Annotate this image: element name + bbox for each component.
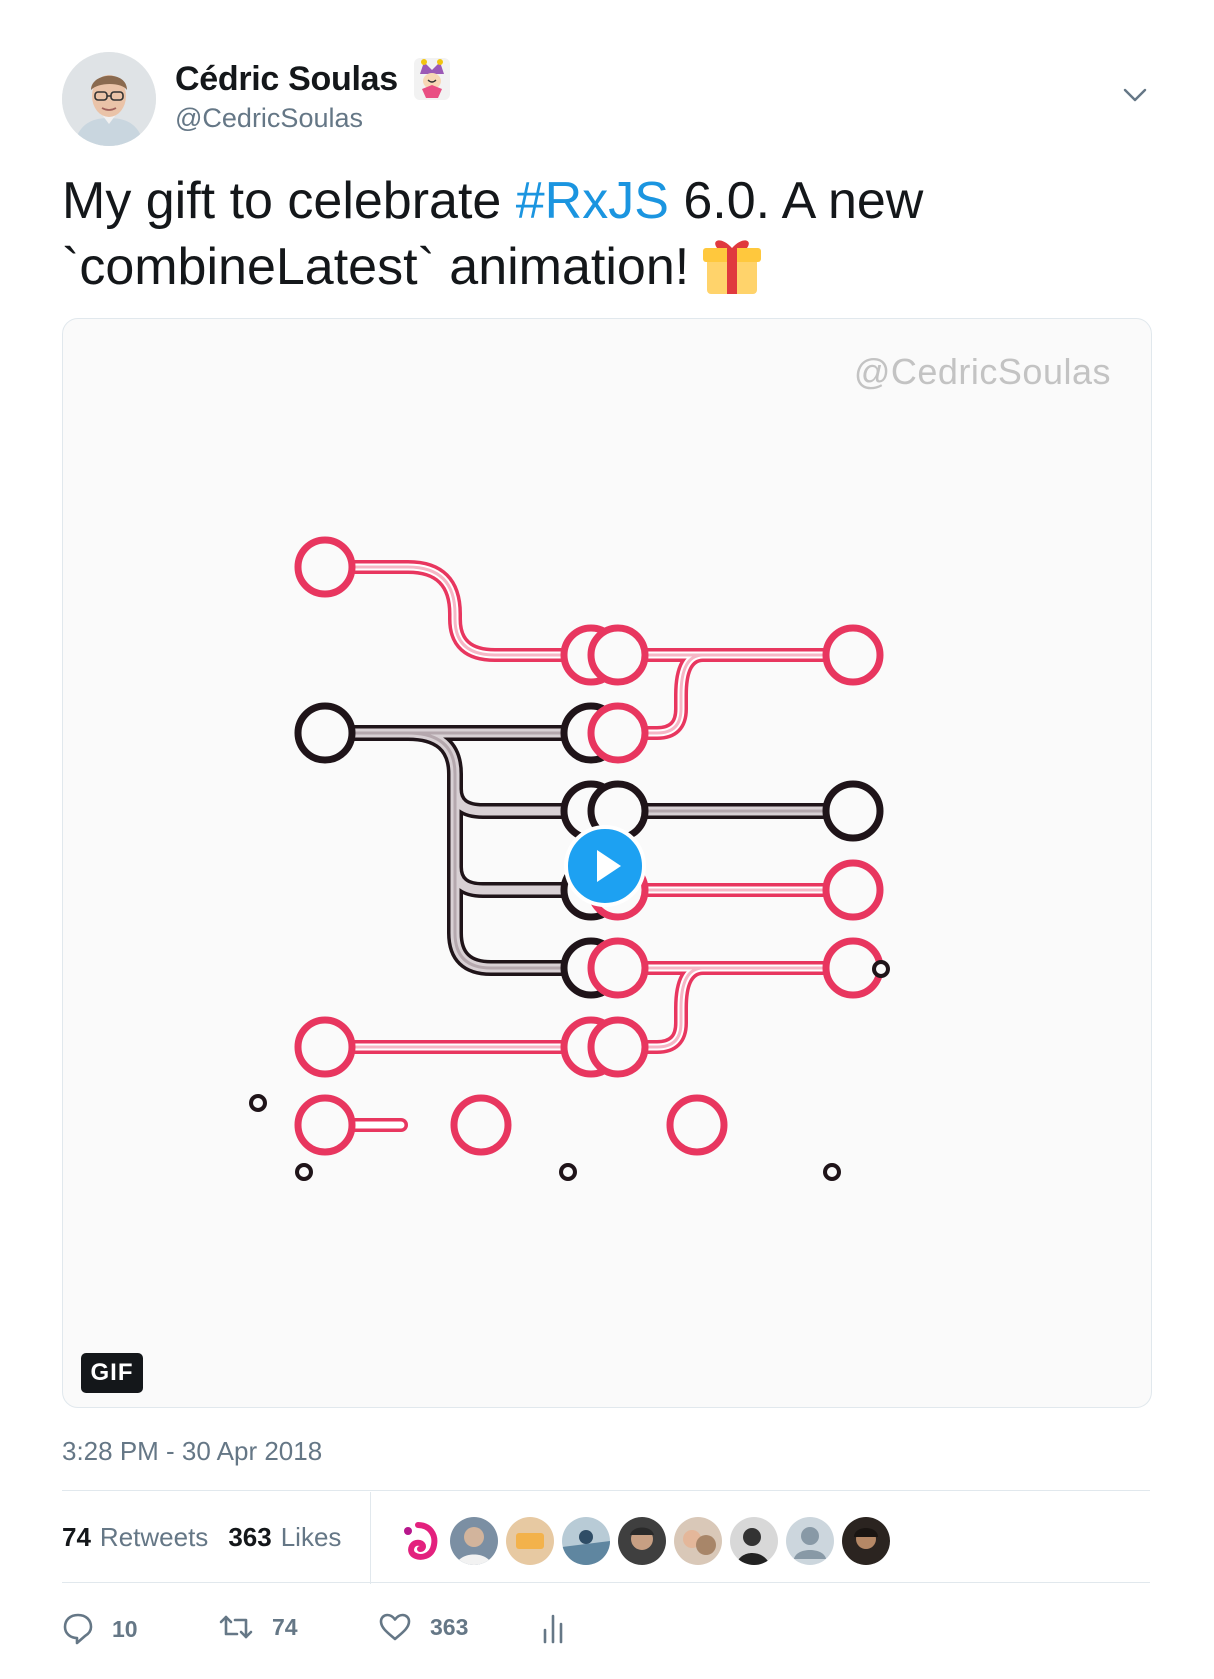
liker-avatar[interactable] (506, 1517, 554, 1565)
like-button[interactable]: 363 (378, 1612, 468, 1642)
reply-button[interactable]: 10 (62, 1612, 138, 1646)
retweets-label: Retweets (99, 1522, 209, 1552)
divider-bottom (62, 1582, 1150, 1583)
author-avatar[interactable] (62, 52, 156, 146)
gif-badge: GIF (81, 1353, 143, 1393)
like-count: 363 (430, 1613, 469, 1640)
jester-icon (412, 56, 452, 102)
likes-label: Likes (280, 1522, 342, 1552)
retweets-stat[interactable]: 74 Retweets (62, 1522, 208, 1553)
reply-count: 10 (112, 1615, 138, 1642)
retweet-icon (219, 1615, 253, 1639)
liker-avatar[interactable] (674, 1517, 722, 1565)
analytics-icon (543, 1614, 563, 1644)
tweet-stats: 74 Retweets 363 Likes (62, 1522, 361, 1553)
reply-icon (63, 1613, 93, 1645)
divider-top (62, 1490, 1150, 1491)
liker-avatar[interactable] (730, 1517, 778, 1565)
heart-icon (379, 1613, 411, 1641)
retweets-count: 74 (62, 1522, 91, 1552)
analytics-button[interactable] (540, 1612, 566, 1644)
tweet-timestamp[interactable]: 3:28 PM - 30 Apr 2018 (62, 1436, 322, 1467)
liker-avatar[interactable] (562, 1517, 610, 1565)
likes-count: 363 (228, 1522, 272, 1552)
hashtag-link[interactable]: #RxJS (516, 172, 669, 230)
retweet-count: 74 (272, 1613, 298, 1640)
liker-avatar[interactable] (786, 1517, 834, 1565)
play-button[interactable] (564, 825, 646, 907)
tweet-actions: 10 74 363 (62, 1612, 622, 1656)
liker-avatar[interactable] (394, 1517, 442, 1565)
retweet-button[interactable]: 74 (218, 1612, 298, 1642)
tweet-text: My gift to celebrate #RxJS 6.0. A new `c… (62, 168, 1122, 300)
liker-avatar[interactable] (842, 1517, 890, 1565)
chevron-down-icon[interactable] (1118, 80, 1152, 110)
likes-stat[interactable]: 363 Likes (228, 1522, 341, 1553)
author-display-name[interactable]: Cédric Soulas (175, 60, 398, 99)
gift-icon (699, 234, 765, 296)
gif-media[interactable]: @CedricSoulas GIF (62, 318, 1152, 1408)
tweet-text-before: My gift to celebrate (62, 172, 516, 230)
author-handle[interactable]: @CedricSoulas (175, 103, 363, 134)
play-icon (564, 825, 646, 907)
liker-avatar[interactable] (450, 1517, 498, 1565)
stats-separator (370, 1492, 371, 1584)
liker-avatar[interactable] (618, 1517, 666, 1565)
likers-avatars (394, 1517, 898, 1565)
